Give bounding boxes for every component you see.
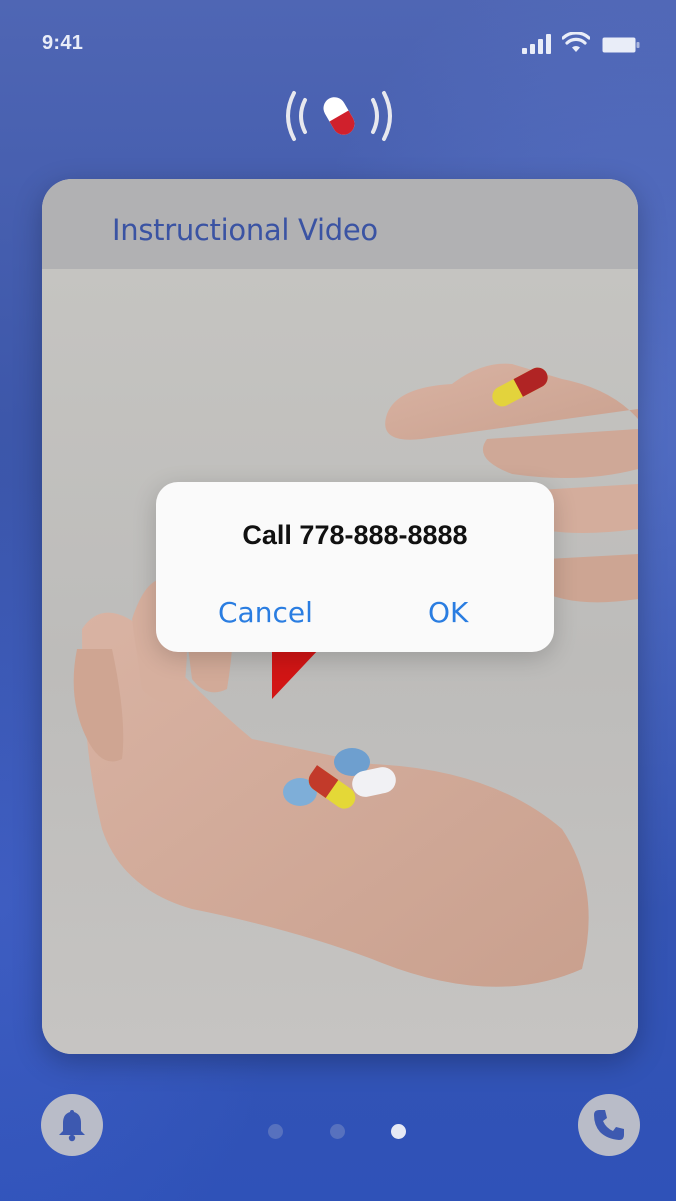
phone-icon	[594, 1110, 624, 1140]
wifi-icon	[562, 32, 590, 52]
status-bar: 9:41	[42, 28, 640, 58]
card-header: Instructional Video	[42, 179, 638, 269]
cancel-button[interactable]: Cancel	[218, 596, 313, 629]
page-indicator-dot[interactable]	[268, 1124, 283, 1139]
cellular-signal-icon	[522, 34, 552, 54]
notifications-button[interactable]	[41, 1094, 103, 1156]
call-confirmation-dialog: Call 778-888-8888 Cancel OK	[156, 482, 554, 652]
page-indicator-dot[interactable]	[330, 1124, 345, 1139]
ok-button[interactable]: OK	[428, 596, 468, 629]
bell-icon	[59, 1110, 85, 1142]
card-title: Instructional Video	[112, 213, 378, 247]
page-indicator-dot-active[interactable]	[391, 1124, 406, 1139]
dialog-title: Call 778-888-8888	[242, 520, 468, 550]
call-button[interactable]	[578, 1094, 640, 1156]
status-icons	[510, 32, 640, 56]
pill-broadcast-icon	[286, 91, 392, 141]
battery-icon	[602, 37, 640, 53]
hands-with-pills-image[interactable]	[42, 269, 638, 1054]
status-time: 9:41	[42, 32, 84, 54]
